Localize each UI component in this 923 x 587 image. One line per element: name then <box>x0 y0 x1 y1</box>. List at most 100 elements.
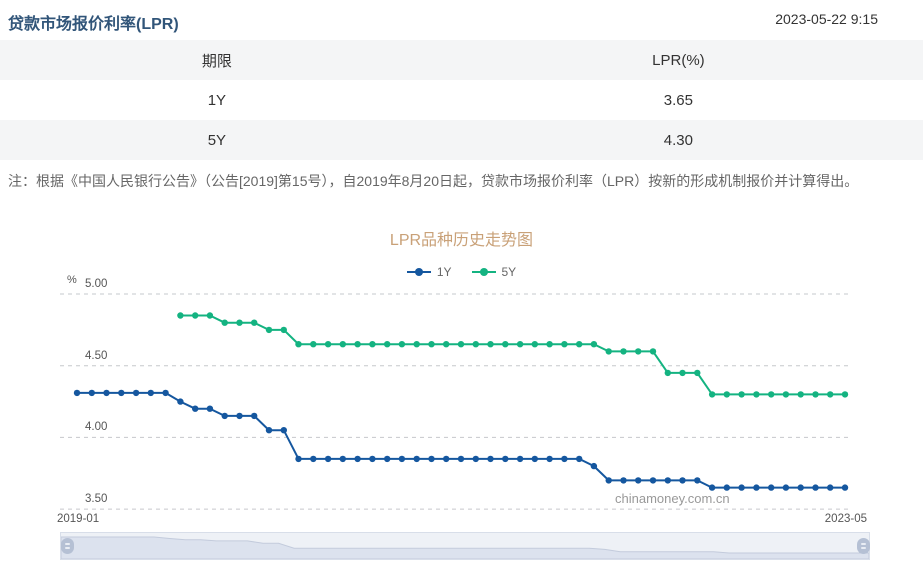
data-point-5y[interactable] <box>428 341 434 347</box>
data-point-5y[interactable] <box>694 370 700 376</box>
data-point-5y[interactable] <box>842 391 848 397</box>
data-point-1y[interactable] <box>783 484 789 490</box>
data-point-1y[interactable] <box>133 390 139 396</box>
data-point-1y[interactable] <box>709 484 715 490</box>
data-point-1y[interactable] <box>665 477 671 483</box>
data-point-1y[interactable] <box>148 390 154 396</box>
data-point-5y[interactable] <box>812 391 818 397</box>
data-point-5y[interactable] <box>546 341 552 347</box>
data-point-1y[interactable] <box>724 484 730 490</box>
data-point-1y[interactable] <box>89 390 95 396</box>
data-point-5y[interactable] <box>679 370 685 376</box>
data-point-5y[interactable] <box>222 320 228 326</box>
data-point-5y[interactable] <box>635 348 641 354</box>
plot-area[interactable]: % 2019-01 2023-05 chinamoney.com.cn 5.00… <box>0 271 923 533</box>
data-point-1y[interactable] <box>827 484 833 490</box>
data-point-1y[interactable] <box>635 477 641 483</box>
data-point-1y[interactable] <box>753 484 759 490</box>
data-point-5y[interactable] <box>251 320 257 326</box>
data-point-5y[interactable] <box>650 348 656 354</box>
data-point-5y[interactable] <box>369 341 375 347</box>
data-point-1y[interactable] <box>591 463 597 469</box>
data-point-1y[interactable] <box>694 477 700 483</box>
data-point-1y[interactable] <box>295 456 301 462</box>
data-point-5y[interactable] <box>177 312 183 318</box>
data-point-5y[interactable] <box>354 341 360 347</box>
data-point-5y[interactable] <box>753 391 759 397</box>
data-point-1y[interactable] <box>222 413 228 419</box>
data-point-1y[interactable] <box>812 484 818 490</box>
data-point-1y[interactable] <box>502 456 508 462</box>
data-point-1y[interactable] <box>74 390 80 396</box>
data-point-1y[interactable] <box>384 456 390 462</box>
data-point-5y[interactable] <box>561 341 567 347</box>
data-point-5y[interactable] <box>236 320 242 326</box>
data-point-1y[interactable] <box>354 456 360 462</box>
data-point-1y[interactable] <box>118 390 124 396</box>
data-point-5y[interactable] <box>724 391 730 397</box>
data-point-1y[interactable] <box>266 427 272 433</box>
data-point-1y[interactable] <box>576 456 582 462</box>
data-point-1y[interactable] <box>192 406 198 412</box>
data-point-1y[interactable] <box>532 456 538 462</box>
data-point-1y[interactable] <box>620 477 626 483</box>
data-point-1y[interactable] <box>443 456 449 462</box>
data-point-1y[interactable] <box>561 456 567 462</box>
data-point-1y[interactable] <box>251 413 257 419</box>
data-point-1y[interactable] <box>842 484 848 490</box>
chart-range-slider[interactable] <box>60 532 870 560</box>
data-point-5y[interactable] <box>517 341 523 347</box>
data-point-1y[interactable] <box>310 456 316 462</box>
data-point-5y[interactable] <box>443 341 449 347</box>
data-point-5y[interactable] <box>281 327 287 333</box>
data-point-5y[interactable] <box>768 391 774 397</box>
slider-handle-right[interactable] <box>857 538 870 554</box>
data-point-5y[interactable] <box>310 341 316 347</box>
data-point-5y[interactable] <box>738 391 744 397</box>
line-chart-canvas[interactable] <box>0 271 923 533</box>
data-point-1y[interactable] <box>473 456 479 462</box>
data-point-1y[interactable] <box>679 477 685 483</box>
data-point-5y[interactable] <box>502 341 508 347</box>
data-point-5y[interactable] <box>325 341 331 347</box>
data-point-1y[interactable] <box>738 484 744 490</box>
data-point-5y[interactable] <box>576 341 582 347</box>
data-point-5y[interactable] <box>192 312 198 318</box>
data-point-5y[interactable] <box>798 391 804 397</box>
data-point-1y[interactable] <box>487 456 493 462</box>
data-point-5y[interactable] <box>458 341 464 347</box>
data-point-5y[interactable] <box>783 391 789 397</box>
data-point-5y[interactable] <box>266 327 272 333</box>
data-point-5y[interactable] <box>399 341 405 347</box>
data-point-1y[interactable] <box>236 413 242 419</box>
data-point-1y[interactable] <box>428 456 434 462</box>
data-point-1y[interactable] <box>103 390 109 396</box>
data-point-5y[interactable] <box>591 341 597 347</box>
data-point-1y[interactable] <box>458 456 464 462</box>
data-point-1y[interactable] <box>162 390 168 396</box>
data-point-5y[interactable] <box>384 341 390 347</box>
data-point-5y[interactable] <box>532 341 538 347</box>
data-point-5y[interactable] <box>295 341 301 347</box>
data-point-1y[interactable] <box>281 427 287 433</box>
data-point-5y[interactable] <box>487 341 493 347</box>
data-point-5y[interactable] <box>207 312 213 318</box>
data-point-1y[interactable] <box>798 484 804 490</box>
data-point-1y[interactable] <box>650 477 656 483</box>
data-point-5y[interactable] <box>665 370 671 376</box>
data-point-5y[interactable] <box>414 341 420 347</box>
data-point-1y[interactable] <box>340 456 346 462</box>
data-point-1y[interactable] <box>517 456 523 462</box>
data-point-5y[interactable] <box>709 391 715 397</box>
data-point-1y[interactable] <box>399 456 405 462</box>
data-point-1y[interactable] <box>606 477 612 483</box>
data-point-5y[interactable] <box>620 348 626 354</box>
data-point-1y[interactable] <box>369 456 375 462</box>
data-point-5y[interactable] <box>827 391 833 397</box>
slider-handle-left[interactable] <box>61 538 74 554</box>
data-point-1y[interactable] <box>768 484 774 490</box>
data-point-1y[interactable] <box>207 406 213 412</box>
data-point-5y[interactable] <box>340 341 346 347</box>
data-point-1y[interactable] <box>414 456 420 462</box>
data-point-5y[interactable] <box>473 341 479 347</box>
